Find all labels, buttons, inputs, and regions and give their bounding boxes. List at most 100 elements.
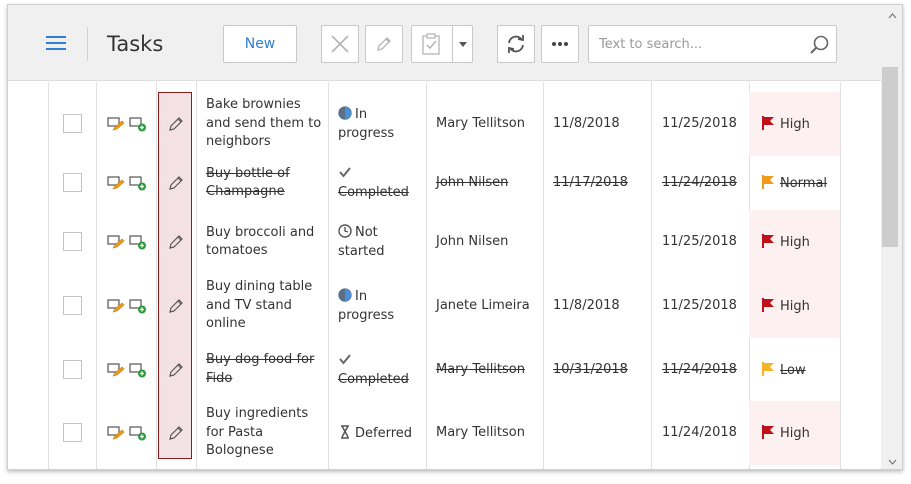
check-icon [339, 353, 351, 365]
task-assigned-to: John Nilsen [436, 234, 509, 249]
refresh-button[interactable] [497, 25, 535, 63]
task-status: Not started [338, 223, 428, 261]
row-checkbox[interactable] [63, 359, 82, 379]
task-priority-label: Normal [780, 176, 828, 191]
search-input[interactable] [597, 35, 797, 53]
row-action-icons[interactable] [107, 116, 149, 132]
task-subject-line: Bolognese [206, 443, 274, 459]
task-subject-line: and send them to [206, 115, 322, 131]
task-subject-line: Champagne [206, 184, 285, 199]
task-priority-label: High [780, 299, 810, 314]
task-subject: Bake brownies and send them to neighbors [206, 96, 328, 152]
task-status-line: In [338, 287, 428, 306]
row-action-icons[interactable] [107, 175, 149, 191]
task-status-line: Deferred [338, 424, 428, 443]
task-subject-line: and TV stand [206, 297, 292, 313]
pencil-icon[interactable] [168, 234, 184, 250]
flag-icon [762, 116, 774, 130]
task-due-date: 11/24/2018 [662, 175, 737, 190]
task-due-date: 11/25/2018 [662, 116, 737, 131]
menu-icon[interactable] [46, 36, 66, 52]
clock-icon [338, 224, 352, 238]
row-action-icons[interactable] [107, 298, 149, 314]
task-subject: Buy bottle of Champagne [206, 165, 328, 202]
task-status-text: Completed [338, 371, 409, 387]
task-start-date: 11/17/2018 [553, 175, 628, 190]
pencil-icon[interactable] [168, 425, 184, 441]
task-status-text: progress [338, 308, 395, 323]
task-start-date: 11/8/2018 [553, 116, 620, 131]
search-icon[interactable] [808, 34, 830, 60]
add-task-icon [129, 299, 146, 314]
task-subject-line: Bake brownies [206, 97, 301, 113]
task-due-date: 11/24/2018 [662, 361, 737, 377]
task-priority-label: High [780, 235, 810, 250]
edit-task-icon [107, 117, 125, 131]
task-subject-line: Fido [206, 370, 233, 386]
task-subject-line: for Pasta [206, 424, 264, 440]
scrollbar-thumb[interactable] [882, 67, 898, 247]
task-assigned-to: Mary Tellitson [436, 361, 525, 377]
column-divider [651, 82, 652, 469]
task-subject: Buy dog food for Fido [206, 351, 328, 388]
column-divider [543, 82, 544, 469]
row-action-icons[interactable] [107, 362, 149, 378]
task-status-line [338, 351, 428, 370]
chevron-down-icon[interactable] [459, 42, 467, 47]
column-divider [156, 82, 157, 469]
half-circle-icon [338, 288, 352, 302]
flag-icon [762, 361, 774, 376]
task-status-text: progress [338, 126, 395, 141]
task-subject-line: Buy dog food for [206, 352, 315, 367]
add-task-icon [129, 362, 146, 377]
task-subject-line: neighbors [206, 134, 271, 150]
flag-icon [762, 175, 774, 189]
vertical-scrollbar[interactable] [881, 5, 902, 469]
edit-task-icon [107, 426, 125, 440]
pencil-icon[interactable] [168, 116, 184, 132]
row-checkbox[interactable] [63, 114, 82, 133]
row-checkbox[interactable] [63, 173, 82, 192]
column-divider [196, 82, 197, 469]
more-button[interactable] [541, 25, 579, 63]
pencil-icon [377, 37, 391, 51]
toolbar: Tasks New [8, 5, 902, 81]
refresh-icon [508, 35, 524, 53]
row-action-icons[interactable] [107, 234, 149, 250]
task-priority: High [760, 424, 810, 443]
task-status: In progress [338, 287, 428, 325]
task-priority: Normal [760, 174, 827, 193]
task-status-text: In [355, 107, 368, 122]
pencil-icon[interactable] [168, 175, 184, 191]
row-checkbox[interactable] [63, 423, 82, 442]
scroll-up-icon[interactable] [888, 13, 897, 19]
scroll-down-icon[interactable] [888, 459, 897, 465]
task-priority-label: Low [780, 362, 806, 378]
task-status: Completed [338, 164, 428, 202]
add-task-icon [129, 235, 146, 250]
new-button[interactable]: New [223, 25, 297, 63]
hourglass-icon [341, 424, 349, 439]
edit-button[interactable] [365, 25, 403, 63]
task-status-text: started [338, 244, 385, 259]
toolbar-divider [87, 27, 88, 61]
row-checkbox[interactable] [63, 296, 82, 315]
column-divider [48, 82, 49, 469]
edit-task-icon [107, 235, 125, 249]
row-checkbox[interactable] [63, 232, 82, 251]
task-status-text: Completed [338, 185, 409, 200]
task-priority: High [760, 233, 810, 252]
edit-task-icon [107, 176, 125, 190]
task-subject: Buy ingredients for Pasta Bolognese [206, 405, 328, 461]
task-start-date: 10/31/2018 [553, 361, 628, 377]
delete-button[interactable] [321, 25, 359, 63]
task-start-date: 11/8/2018 [553, 298, 620, 313]
close-icon [331, 35, 349, 53]
pencil-icon[interactable] [168, 298, 184, 314]
change-status-button[interactable] [411, 25, 473, 63]
row-action-icons[interactable] [107, 425, 149, 441]
task-subject: Buy broccoli and tomatoes [206, 224, 328, 261]
task-status: Completed [338, 351, 428, 389]
task-status-text: Deferred [355, 425, 413, 441]
pencil-icon[interactable] [168, 362, 184, 378]
